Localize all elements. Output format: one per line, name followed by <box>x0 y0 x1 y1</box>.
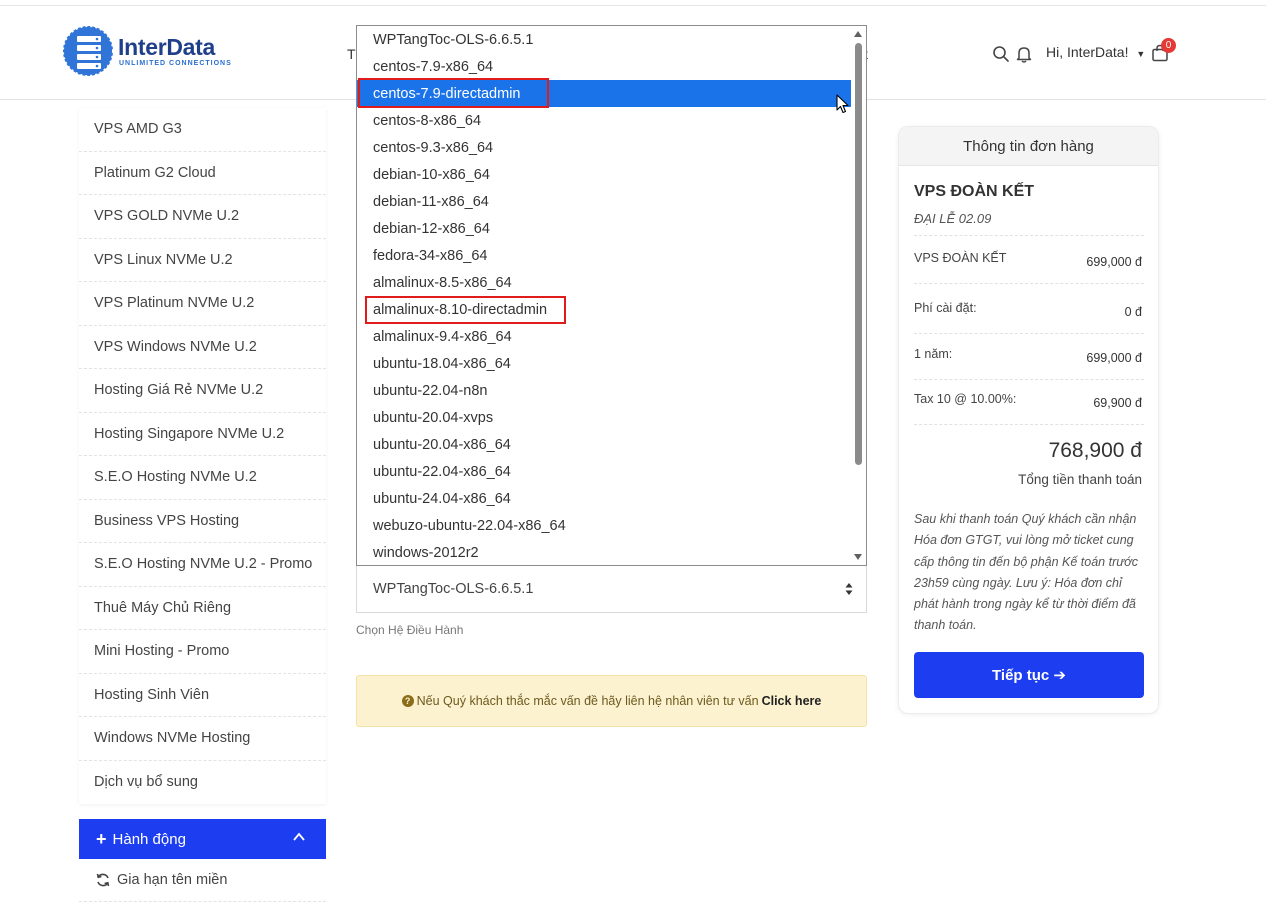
os-option[interactable]: almalinux-9.4-x86_64 <box>357 323 852 350</box>
scroll-down-arrow-icon[interactable] <box>854 554 862 560</box>
line-item-label: 1 năm: <box>914 347 953 361</box>
help-notice: ? Nếu Quý khách thắc mắc vấn đề hãy liên… <box>356 675 867 727</box>
sidebar-item-hosting-gia-re[interactable]: Hosting Giá Rẻ NVMe U.2 <box>79 369 326 413</box>
globe-logo-icon <box>62 25 114 77</box>
mouse-cursor-icon <box>836 94 849 114</box>
sidebar-item-vps-gold-nvme[interactable]: VPS GOLD NVMe U.2 <box>79 195 326 239</box>
line-item-value: 699,000 đ <box>1086 351 1142 365</box>
os-dropdown-list[interactable]: WPTangToc-OLS-6.6.5.1 centos-7.9-x86_64 … <box>356 25 867 566</box>
chevron-up-icon <box>293 832 305 841</box>
product-name: VPS ĐOÀN KẾT <box>914 183 1035 200</box>
os-option[interactable]: WPTangToc-OLS-6.6.5.1 <box>357 26 852 53</box>
os-option[interactable]: ubuntu-24.04-x86_64 <box>357 485 852 512</box>
product-category-sidebar: VPS AMD G3 Platinum G2 Cloud VPS GOLD NV… <box>79 108 326 804</box>
sidebar-item-dedicated-server[interactable]: Thuê Máy Chủ Riêng <box>79 587 326 630</box>
os-option-highlighted[interactable]: centos-7.9-directadmin <box>357 80 852 107</box>
logo[interactable]: InterData UNLIMITED CONNECTIONS <box>62 20 242 82</box>
sidebar-item-student-hosting[interactable]: Hosting Sinh Viên <box>79 674 326 717</box>
line-item-value: 0 đ <box>1124 305 1142 319</box>
sidebar-item-vps-windows-nvme[interactable]: VPS Windows NVMe U.2 <box>79 326 326 369</box>
line-item-label: Tax 10 @ 10.00%: <box>914 392 1017 406</box>
plus-icon: + <box>96 828 107 849</box>
os-option[interactable]: webuzo-ubuntu-22.04-x86_64 <box>357 512 852 539</box>
question-circle-icon: ? <box>401 695 414 707</box>
divider <box>914 283 1144 284</box>
action-renew-domain[interactable]: Gia hạn tên miền <box>79 859 326 902</box>
os-option[interactable]: almalinux-8.10-directadmin <box>357 296 852 323</box>
os-option[interactable]: ubuntu-22.04-n8n <box>357 377 852 404</box>
dropdown-scrollbar[interactable] <box>851 26 866 565</box>
actions-panel-header[interactable]: + Hành động <box>79 819 326 859</box>
sidebar-item-addon-services[interactable]: Dịch vụ bổ sung <box>79 761 326 805</box>
os-option[interactable]: ubuntu-18.04-x86_64 <box>357 350 852 377</box>
notice-text: Nếu Quý khách thắc mắc vấn đề hãy liên h… <box>416 694 759 708</box>
logo-text: InterData <box>118 34 215 60</box>
os-option[interactable]: almalinux-8.5-x86_64 <box>357 269 852 296</box>
os-option[interactable]: ubuntu-22.04-x86_64 <box>357 458 852 485</box>
sidebar-item-mini-hosting[interactable]: Mini Hosting - Promo <box>79 630 326 674</box>
os-option[interactable]: debian-10-x86_64 <box>357 161 852 188</box>
scroll-up-arrow-icon[interactable] <box>854 31 862 37</box>
bell-icon[interactable] <box>1014 44 1034 64</box>
scrollbar-thumb[interactable] <box>855 43 862 465</box>
cart-count-badge: 0 <box>1161 38 1176 53</box>
sidebar-item-vps-amd-g3[interactable]: VPS AMD G3 <box>79 108 326 152</box>
actions-title: Hành động <box>112 830 186 848</box>
os-select-value: WPTangToc-OLS-6.6.5.1 <box>373 581 534 597</box>
sidebar-item-seo-hosting-promo[interactable]: S.E.O Hosting NVMe U.2 - Promo <box>79 543 326 587</box>
sidebar-item-hosting-singapore[interactable]: Hosting Singapore NVMe U.2 <box>79 413 326 456</box>
divider <box>914 424 1144 425</box>
os-option[interactable]: centos-8-x86_64 <box>357 107 852 134</box>
select-sort-icon <box>845 583 853 595</box>
divider <box>914 379 1144 380</box>
order-summary-title: Thông tin đơn hàng <box>899 127 1158 166</box>
os-option[interactable]: debian-11-x86_64 <box>357 188 852 215</box>
sidebar-item-vps-platinum-nvme[interactable]: VPS Platinum NVMe U.2 <box>79 282 326 326</box>
continue-button[interactable]: Tiếp tục ➔ <box>914 652 1144 698</box>
os-select-help: Chọn Hệ Điều Hành <box>356 623 464 637</box>
action-label: Gia hạn tên miền <box>117 872 228 888</box>
order-total: 768,900 đ <box>1048 439 1142 462</box>
refresh-icon <box>96 873 110 887</box>
nav-item-partial[interactable]: T <box>347 46 356 62</box>
divider <box>914 235 1144 236</box>
user-menu[interactable]: Hi, InterData! ▼ <box>1046 44 1145 60</box>
os-option[interactable]: windows-2012r2 <box>357 539 852 565</box>
line-item-value: 69,900 đ <box>1093 396 1142 410</box>
invoice-note: Sau khi thanh toán Quý khách cần nhận Hó… <box>914 512 1138 633</box>
os-option[interactable]: ubuntu-20.04-x86_64 <box>357 431 852 458</box>
divider <box>914 333 1144 334</box>
line-item-label: VPS ĐOÀN KẾT <box>914 251 1007 265</box>
os-option[interactable]: centos-9.3-x86_64 <box>357 134 852 161</box>
os-select[interactable]: WPTangToc-OLS-6.6.5.1 <box>356 566 867 613</box>
click-here-link[interactable]: Click here <box>762 694 822 708</box>
os-option[interactable]: debian-12-x86_64 <box>357 215 852 242</box>
line-item-value: 699,000 đ <box>1086 255 1142 269</box>
user-greeting: Hi, InterData! <box>1046 44 1129 60</box>
line-item-label: Phí cài đặt: <box>914 301 977 315</box>
os-option[interactable]: centos-7.9-x86_64 <box>357 53 852 80</box>
product-promo: ĐẠI LỄ 02.09 <box>914 211 992 226</box>
os-option[interactable]: fedora-34-x86_64 <box>357 242 852 269</box>
order-summary-card: Thông tin đơn hàng VPS ĐOÀN KẾT ĐẠI LỄ 0… <box>898 126 1159 714</box>
sidebar-item-business-vps[interactable]: Business VPS Hosting <box>79 500 326 543</box>
sidebar-item-seo-hosting[interactable]: S.E.O Hosting NVMe U.2 <box>79 456 326 500</box>
caret-down-icon: ▼ <box>1136 49 1146 59</box>
os-option[interactable]: ubuntu-20.04-xvps <box>357 404 852 431</box>
search-icon[interactable] <box>991 44 1011 64</box>
sidebar-item-platinum-g2-cloud[interactable]: Platinum G2 Cloud <box>79 152 326 195</box>
sidebar-item-vps-linux-nvme[interactable]: VPS Linux NVMe U.2 <box>79 239 326 282</box>
logo-tagline: UNLIMITED CONNECTIONS <box>119 60 232 67</box>
order-total-label: Tổng tiền thanh toán <box>1018 472 1142 487</box>
sidebar-item-windows-hosting[interactable]: Windows NVMe Hosting <box>79 717 326 761</box>
